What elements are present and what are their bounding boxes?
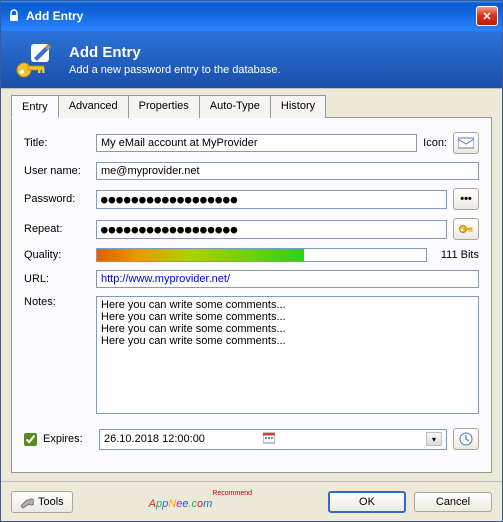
notes-textarea[interactable] — [96, 296, 479, 414]
toggle-password-button[interactable]: ••• — [453, 188, 479, 210]
key-gen-icon — [458, 222, 474, 236]
lock-icon — [7, 9, 21, 23]
expires-label: Expires: — [43, 433, 93, 445]
quality-bits: 111 Bits — [441, 249, 479, 261]
quality-bar — [96, 248, 427, 262]
tools-button[interactable]: Tools — [11, 491, 73, 513]
expires-datetime-field[interactable]: 26.10.2018 12:00:00 ▾ — [99, 429, 447, 450]
generate-password-button[interactable] — [453, 218, 479, 240]
banner-title: Add Entry — [69, 44, 281, 61]
password-label: Password: — [24, 193, 90, 205]
tab-advanced[interactable]: Advanced — [58, 95, 129, 118]
url-label: URL: — [24, 273, 90, 285]
dialog-footer: Tools AppNee.com Recommend OK Cancel — [1, 481, 502, 521]
chevron-down-icon[interactable]: ▾ — [426, 432, 442, 446]
entry-panel: Title: Icon: User name: Password: ••• Re… — [11, 117, 492, 473]
tab-strip: Entry Advanced Properties Auto-Type Hist… — [1, 89, 502, 117]
repeat-input[interactable] — [96, 220, 447, 239]
username-label: User name: — [24, 165, 90, 177]
expires-checkbox[interactable] — [24, 433, 37, 446]
password-input[interactable] — [96, 190, 447, 209]
icon-picker-button[interactable] — [453, 132, 479, 154]
icon-label: Icon: — [423, 137, 447, 149]
tools-label: Tools — [38, 496, 64, 508]
tab-properties[interactable]: Properties — [128, 95, 200, 118]
dialog-banner: Add Entry Add a new password entry to th… — [1, 31, 502, 89]
watermark: AppNee.com Recommend — [81, 491, 320, 513]
quality-fill — [97, 249, 304, 261]
calendar-icon — [263, 432, 422, 447]
titlebar: Add Entry ✕ — [1, 1, 502, 31]
title-label: Title: — [24, 137, 90, 149]
banner-subtitle: Add a new password entry to the database… — [69, 64, 281, 76]
tab-history[interactable]: History — [270, 95, 326, 118]
window-title: Add Entry — [26, 9, 476, 23]
expires-value: 26.10.2018 12:00:00 — [104, 433, 263, 445]
ok-button[interactable]: OK — [328, 491, 406, 513]
username-input[interactable] — [96, 162, 479, 180]
clock-icon — [459, 432, 473, 446]
quality-label: Quality: — [24, 249, 90, 261]
repeat-label: Repeat: — [24, 223, 90, 235]
title-input[interactable] — [96, 134, 417, 152]
close-button[interactable]: ✕ — [476, 6, 498, 26]
cancel-button[interactable]: Cancel — [414, 492, 492, 512]
tab-entry[interactable]: Entry — [11, 95, 59, 118]
expires-preset-button[interactable] — [453, 428, 479, 450]
add-entry-window: Add Entry ✕ Add Entry Add a new password… — [0, 0, 503, 522]
key-pencil-icon — [13, 38, 57, 82]
watermark-badge: Recommend — [212, 490, 252, 497]
url-input[interactable]: http://www.myprovider.net/ — [96, 270, 479, 288]
tab-autotype[interactable]: Auto-Type — [199, 95, 271, 118]
notes-label: Notes: — [24, 296, 90, 308]
dots-icon: ••• — [460, 193, 472, 205]
wrench-icon — [20, 495, 34, 509]
